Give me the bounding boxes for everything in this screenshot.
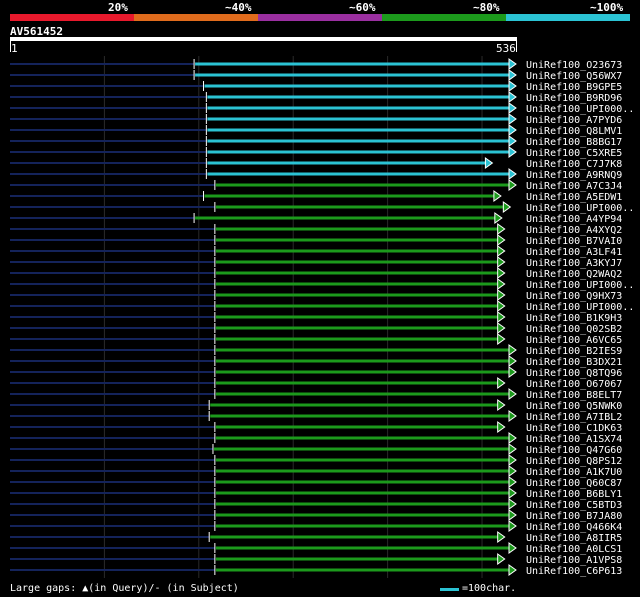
hit-arrow: [508, 498, 517, 510]
alignment-chart: UniRef100_O23673UniRef100_Q56WX7UniRef10…: [10, 56, 634, 578]
hit-label: UniRef100_B9GPE5: [526, 82, 622, 93]
hit-arrow: [508, 432, 517, 444]
hit-arrow: [508, 344, 517, 356]
hit-arrow: [497, 421, 506, 433]
hit-label: UniRef100_C5BTD3: [526, 500, 622, 511]
hit-arrow: [497, 553, 506, 565]
hit-arrow: [497, 245, 506, 257]
hit-label: UniRef100_A9RNQ9: [526, 170, 622, 181]
hit-label: UniRef100_A6VC65: [526, 335, 622, 346]
hit-arrow: [508, 80, 517, 92]
hit-arrow: [508, 388, 517, 400]
hit-label: UniRef100_Q8PS12: [526, 456, 622, 467]
hit-label: UniRef100_B7JA80: [526, 511, 622, 522]
hit-arrow: [497, 531, 506, 543]
hit-label: UniRef100_B1K9H3: [526, 313, 622, 324]
hit-label: UniRef100_A3KYJ7: [526, 258, 622, 269]
hit-arrow: [508, 91, 517, 103]
hit-label: UniRef100_B7VAI0: [526, 236, 622, 247]
hit-label: UniRef100_A7PYD6: [526, 115, 622, 126]
hit-label: UniRef100_C6P613: [526, 566, 622, 577]
hit-arrow: [508, 168, 517, 180]
hit-label: UniRef100_UPI000..: [526, 280, 634, 291]
hit-label: UniRef100_C1DK63: [526, 423, 622, 434]
hit-arrow: [497, 322, 506, 334]
hit-arrow: [502, 201, 512, 213]
hit-arrow: [508, 465, 517, 477]
hit-arrow: [497, 256, 506, 268]
hit-label: UniRef100_A4XYQ2: [526, 225, 622, 236]
hit-label: UniRef100_O23673: [526, 60, 622, 71]
hit-arrow: [497, 333, 506, 345]
hit-arrow: [493, 190, 502, 202]
hit-label: UniRef100_B6BLY1: [526, 489, 622, 500]
hit-arrow: [497, 377, 506, 389]
hit-label: UniRef100_A0LCS1: [526, 544, 622, 555]
hit-arrow: [508, 564, 517, 576]
hit-label: UniRef100_B3DX21: [526, 357, 622, 368]
hit-arrow: [494, 212, 503, 224]
hit-label: UniRef100_A7IBL2: [526, 412, 622, 423]
hit-label: UniRef100_UPI000..: [526, 302, 634, 313]
hit-label: UniRef100_A5EDW1: [526, 192, 622, 203]
large-gaps-legend: Large gaps: ▲(in Query)/- (in Subject): [10, 583, 239, 594]
hit-arrow: [497, 267, 506, 279]
hit-label: UniRef100_B8BG17: [526, 137, 622, 148]
hit-arrow: [508, 443, 517, 455]
hit-label: UniRef100_Q60C87: [526, 478, 622, 489]
hit-arrow: [508, 542, 517, 554]
hit-label: UniRef100_A1VPS8: [526, 555, 622, 566]
hit-arrow: [508, 58, 517, 70]
hit-arrow: [508, 179, 517, 191]
hit-label: UniRef100_Q9HX73: [526, 291, 622, 302]
hit-label: UniRef100_UPI000..: [526, 104, 634, 115]
hit-label: UniRef100_B9RD96: [526, 93, 622, 104]
hit-label: UniRef100_UPI000..: [526, 203, 634, 214]
hit-arrow: [508, 509, 517, 521]
hit-arrow: [508, 410, 517, 422]
hit-arrow: [508, 135, 517, 147]
hit-label: UniRef100_A7C3J4: [526, 181, 622, 192]
hit-arrow: [508, 113, 517, 125]
hit-label: UniRef100_Q8TQ96: [526, 368, 622, 379]
hit-label: UniRef100_Q5NWK0: [526, 401, 622, 412]
hit-label: UniRef100_B2IES9: [526, 346, 622, 357]
hit-label: UniRef100_Q2WAQ2: [526, 269, 622, 280]
hit-label: UniRef100_C5XRE5: [526, 148, 622, 159]
hit-arrow: [508, 366, 517, 378]
hit-label: UniRef100_Q466K4: [526, 522, 622, 533]
hit-arrow: [484, 157, 494, 169]
hit-arrow: [508, 355, 517, 367]
scale-label: =100char.: [462, 583, 517, 594]
hit-arrow: [497, 311, 506, 323]
hit-label: UniRef100_C7J7K8: [526, 159, 622, 170]
hit-label: UniRef100_Q8LMV1: [526, 126, 622, 137]
hit-label: UniRef100_A3LF41: [526, 247, 622, 258]
hit-arrow: [508, 69, 517, 81]
hit-label: UniRef100_Q47G60: [526, 445, 622, 456]
hit-arrow: [508, 454, 517, 466]
hit-arrow: [508, 476, 517, 488]
hit-arrow: [508, 124, 517, 136]
scale-bar: [440, 588, 459, 591]
hit-label: UniRef100_Q02SB2: [526, 324, 622, 335]
hit-arrow: [497, 300, 506, 312]
hit-arrow: [508, 487, 517, 499]
hit-arrow: [497, 223, 506, 235]
hit-label: UniRef100_O67067: [526, 379, 622, 390]
hit-arrow: [497, 289, 506, 301]
hit-label: UniRef100_A8IIR5: [526, 533, 622, 544]
hit-arrow: [508, 102, 517, 114]
hit-arrow: [497, 399, 506, 411]
hit-arrow: [497, 234, 506, 246]
hit-label: UniRef100_A1SX74: [526, 434, 622, 445]
hit-label: UniRef100_A1K7U0: [526, 467, 622, 478]
hit-arrow: [508, 520, 517, 532]
hit-arrow: [497, 278, 506, 290]
hit-arrow: [508, 146, 517, 158]
hit-label: UniRef100_A4YP94: [526, 214, 622, 225]
hit-label: UniRef100_Q56WX7: [526, 71, 622, 82]
hit-label: UniRef100_B8ELT7: [526, 390, 622, 401]
